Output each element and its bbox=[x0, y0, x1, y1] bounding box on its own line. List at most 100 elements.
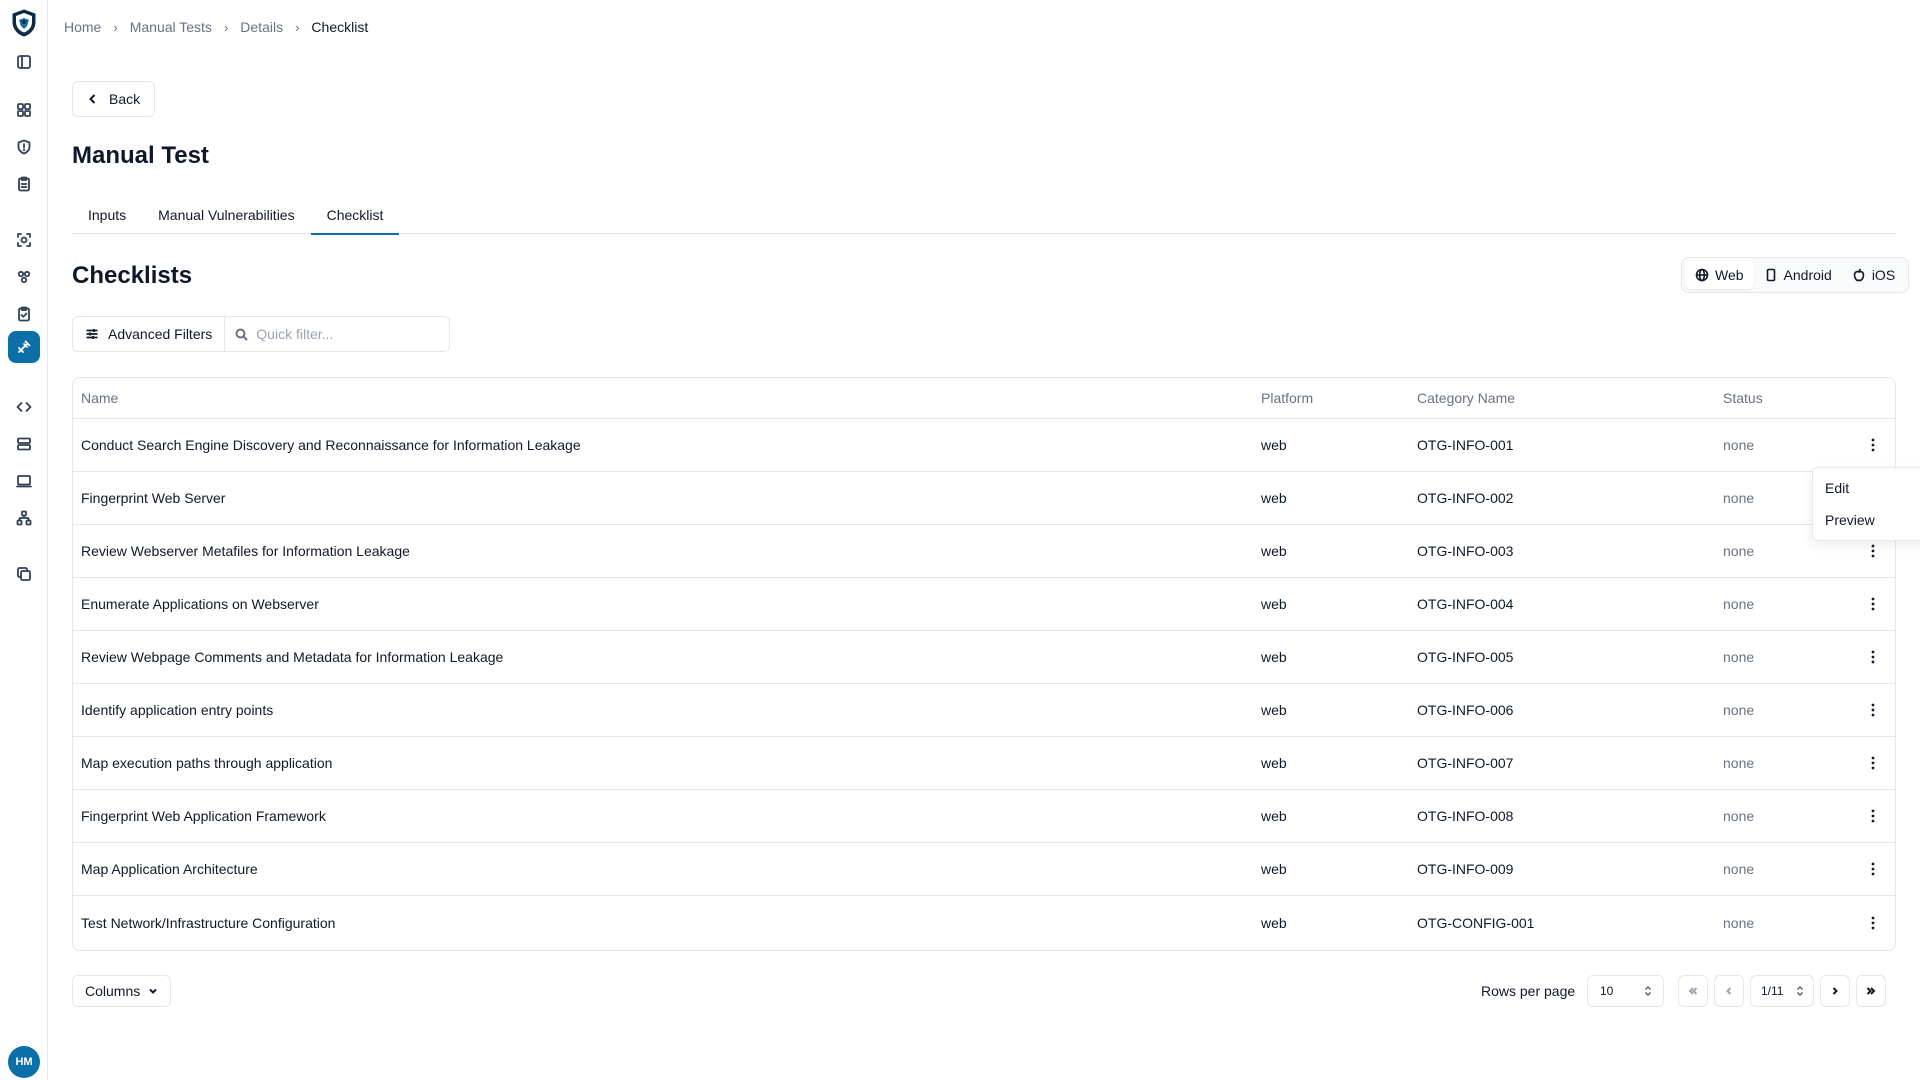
cell-status: none bbox=[1723, 649, 1755, 665]
cell-name: Map Application Architecture bbox=[81, 861, 258, 877]
avatar[interactable]: HM bbox=[8, 1046, 40, 1078]
table-row[interactable]: Map Application Architecture web OTG-INFO-… bbox=[73, 843, 1895, 896]
tab-checklist[interactable]: Checklist bbox=[310, 196, 400, 235]
cell-platform: web bbox=[1261, 543, 1287, 559]
network-icon[interactable] bbox=[12, 506, 36, 530]
cell-status: none bbox=[1723, 755, 1755, 771]
columns-label: Columns bbox=[85, 983, 141, 999]
row-actions-menu: Edit Preview bbox=[1812, 467, 1920, 541]
tab-manual-vulnerabilities[interactable]: Manual Vulnerabilities bbox=[142, 196, 310, 234]
clipboard-check-icon[interactable] bbox=[12, 302, 36, 326]
breadcrumb: Home › Manual Tests › Details › Checklis… bbox=[64, 19, 368, 35]
table-row[interactable]: Conduct Search Engine Discovery and Reco… bbox=[73, 419, 1895, 472]
platform-web-button[interactable]: Web bbox=[1685, 261, 1754, 289]
prev-page-button[interactable] bbox=[1714, 975, 1744, 1007]
header-category[interactable]: Category Name bbox=[1417, 390, 1515, 406]
cell-category: OTG-INFO-002 bbox=[1417, 490, 1514, 506]
cell-platform: web bbox=[1261, 649, 1287, 665]
back-label: Back bbox=[109, 91, 141, 107]
header-status[interactable]: Status bbox=[1723, 390, 1763, 406]
sidebar-toggle-icon[interactable] bbox=[12, 50, 36, 74]
chevron-right-icon: › bbox=[295, 19, 300, 35]
more-vertical-icon[interactable] bbox=[1863, 435, 1883, 455]
platform-ios-button[interactable]: iOS bbox=[1842, 261, 1905, 289]
more-vertical-icon[interactable] bbox=[1863, 700, 1883, 720]
columns-button[interactable]: Columns bbox=[72, 975, 172, 1007]
table-row[interactable]: Review Webserver Metafiles for Informati… bbox=[73, 525, 1895, 578]
manual-tests-icon[interactable] bbox=[8, 331, 40, 363]
breadcrumb-home[interactable]: Home bbox=[64, 19, 101, 35]
copy-icon[interactable] bbox=[12, 562, 36, 586]
cell-name: Map execution paths through application bbox=[81, 755, 333, 771]
more-vertical-icon[interactable] bbox=[1863, 647, 1883, 667]
quick-filter-input[interactable] bbox=[256, 326, 437, 342]
main-content: Home › Manual Tests › Details › Checklis… bbox=[48, 0, 1920, 1080]
last-page-button[interactable] bbox=[1856, 975, 1886, 1007]
cell-name: Enumerate Applications on Webserver bbox=[81, 596, 319, 612]
header-platform[interactable]: Platform bbox=[1261, 390, 1313, 406]
apple-icon bbox=[1853, 268, 1865, 282]
shield-logo[interactable] bbox=[9, 8, 39, 38]
more-vertical-icon[interactable] bbox=[1863, 859, 1883, 879]
rows-per-page-label: Rows per page bbox=[1481, 983, 1576, 999]
cell-category: OTG-INFO-005 bbox=[1417, 649, 1514, 665]
back-button[interactable]: Back bbox=[72, 81, 156, 117]
tab-bar: Inputs Manual Vulnerabilities Checklist bbox=[72, 196, 1896, 235]
dashboard-icon[interactable] bbox=[12, 98, 36, 122]
cell-platform: web bbox=[1261, 437, 1287, 453]
monitor-icon[interactable] bbox=[12, 469, 36, 493]
code-icon[interactable] bbox=[12, 395, 36, 419]
cell-category: OTG-INFO-001 bbox=[1417, 437, 1514, 453]
cell-status: none bbox=[1723, 490, 1755, 506]
more-vertical-icon[interactable] bbox=[1863, 541, 1883, 561]
table-row[interactable]: Map execution paths through application w… bbox=[73, 737, 1895, 790]
table-header: Name Platform Category Name Status bbox=[73, 378, 1895, 419]
page-select[interactable]: 1/11 bbox=[1750, 975, 1814, 1007]
sliders-icon bbox=[86, 329, 98, 339]
breadcrumb-manual-tests[interactable]: Manual Tests bbox=[130, 19, 212, 35]
cell-platform: web bbox=[1261, 702, 1287, 718]
search-icon bbox=[235, 328, 248, 341]
clipboard-icon[interactable] bbox=[12, 172, 36, 196]
table-row[interactable]: Fingerprint Web Server web OTG-INFO-002 non… bbox=[73, 472, 1895, 525]
cell-category: OTG-INFO-007 bbox=[1417, 755, 1514, 771]
cell-name: Identify application entry points bbox=[81, 702, 274, 718]
chevron-right-icon: › bbox=[113, 19, 118, 35]
header-name[interactable]: Name bbox=[81, 390, 118, 406]
menu-item-edit[interactable]: Edit bbox=[1817, 472, 1920, 504]
menu-item-preview[interactable]: Preview bbox=[1817, 504, 1920, 536]
advanced-filters-button[interactable]: Advanced Filters bbox=[73, 317, 226, 351]
first-page-button[interactable] bbox=[1678, 975, 1708, 1007]
cell-name: Test Network/Infrastructure Configuratio… bbox=[81, 914, 336, 931]
table-row[interactable]: Review Webpage Comments and Metadata for… bbox=[73, 631, 1895, 684]
chevron-right-icon bbox=[1832, 987, 1838, 995]
more-vertical-icon[interactable] bbox=[1863, 913, 1883, 933]
cell-category: OTG-INFO-008 bbox=[1417, 808, 1514, 824]
table-row[interactable]: Identify application entry points web OTG-… bbox=[73, 684, 1895, 737]
breadcrumb-details[interactable]: Details bbox=[240, 19, 283, 35]
table-row[interactable]: Fingerprint Web Application Framework web… bbox=[73, 790, 1895, 843]
chevron-right-icon: › bbox=[223, 19, 229, 35]
table-row[interactable]: Test Network/Infrastructure Configuratio… bbox=[73, 896, 1895, 949]
next-page-button[interactable] bbox=[1820, 975, 1850, 1007]
more-vertical-icon[interactable] bbox=[1863, 594, 1883, 614]
more-vertical-icon[interactable] bbox=[1863, 753, 1883, 773]
table-row[interactable]: Enumerate Applications on Webserver web OT… bbox=[73, 578, 1895, 631]
chevron-down-icon bbox=[149, 988, 157, 994]
cell-category: OTG-INFO-006 bbox=[1417, 702, 1514, 718]
platform-android-button[interactable]: Android bbox=[1754, 261, 1842, 289]
shield-alert-icon[interactable] bbox=[12, 135, 36, 159]
scan-icon[interactable] bbox=[12, 228, 36, 252]
chevron-left-icon bbox=[1726, 987, 1732, 995]
cell-name: Fingerprint Web Application Framework bbox=[81, 808, 326, 824]
cell-status: none bbox=[1723, 914, 1755, 931]
cell-category: OTG-INFO-004 bbox=[1417, 596, 1514, 612]
cell-category: OTG-INFO-009 bbox=[1417, 861, 1514, 877]
tab-inputs[interactable]: Inputs bbox=[72, 196, 142, 234]
bug-icon[interactable] bbox=[12, 265, 36, 289]
more-vertical-icon[interactable] bbox=[1863, 806, 1883, 826]
server-icon[interactable] bbox=[12, 432, 36, 456]
rows-per-page-select[interactable]: 10 bbox=[1587, 975, 1664, 1007]
page-title: Manual Test bbox=[72, 142, 209, 169]
cell-platform: web bbox=[1261, 914, 1287, 931]
